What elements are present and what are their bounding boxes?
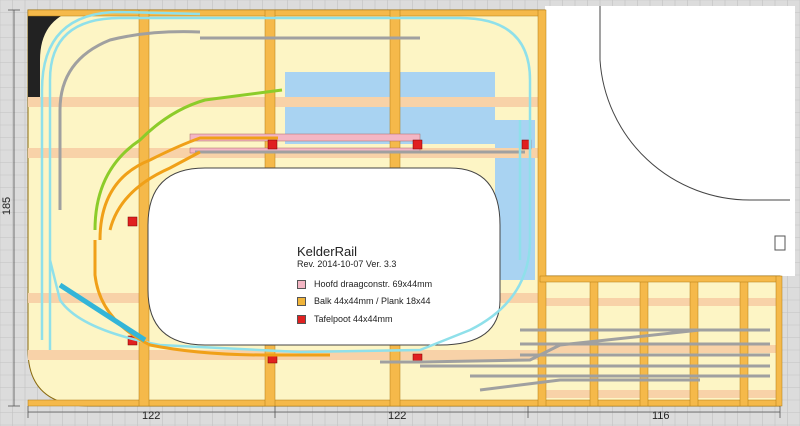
floor-area bbox=[545, 6, 795, 276]
legend-swatch bbox=[297, 296, 306, 306]
legend-swatch bbox=[297, 314, 306, 324]
dimension-side: 185 bbox=[1, 196, 14, 216]
legend-item-main-beam: Hoofd draagconstr. 69x44mm bbox=[297, 277, 432, 291]
dimension-bottom-3: 116 bbox=[652, 410, 670, 422]
legend-label: Balk 44x44mm / Plank 18x44 bbox=[314, 296, 431, 306]
legend-swatch bbox=[297, 279, 306, 289]
legend-item-leg: Tafelpoot 44x44mm bbox=[297, 312, 393, 326]
legend-label: Hoofd draagconstr. 69x44mm bbox=[314, 279, 433, 289]
legend-label: Tafelpoot 44x44mm bbox=[314, 314, 393, 324]
layout-plan: 122 122 116 185 KelderRail Rev. 2014-10-… bbox=[0, 0, 800, 426]
track-plan-drawing bbox=[0, 0, 800, 426]
dimension-bottom-1: 122 bbox=[142, 410, 161, 422]
revision-label: Rev. 2014-10-07 Ver. 3.3 bbox=[297, 259, 397, 269]
dimension-bottom-2: 122 bbox=[388, 410, 407, 422]
legend-item-beam: Balk 44x44mm / Plank 18x44 bbox=[297, 294, 431, 308]
wall-fixture bbox=[774, 235, 786, 251]
plan-title: KelderRail bbox=[297, 244, 357, 259]
